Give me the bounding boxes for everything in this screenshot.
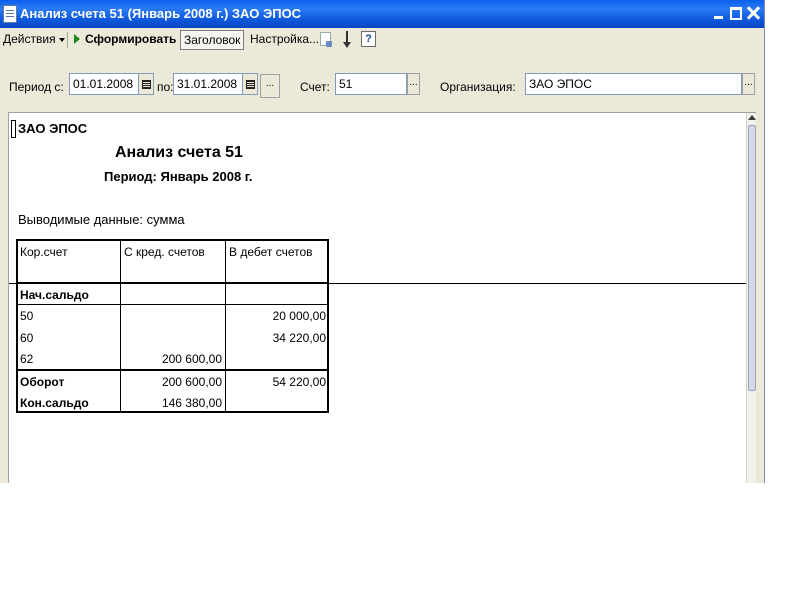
calendar-icon[interactable] — [243, 73, 258, 95]
generate-button[interactable]: Сформировать — [74, 32, 176, 46]
period-to-input[interactable]: 31.01.2008 — [173, 73, 243, 95]
toolbar: Действия Сформировать Заголовок Настройк… — [0, 28, 764, 52]
table-cell-debit: 20 000,00 — [272, 309, 326, 323]
table-cell-debit: 54 220,00 — [272, 375, 326, 389]
report-window: Анализ счета 51 (Январь 2008 г.) ЗАО ЭПО… — [0, 0, 765, 483]
actions-menu[interactable]: Действия — [3, 32, 65, 46]
minimize-button[interactable] — [712, 6, 726, 20]
report-parameters: Период с: 01.01.2008 по: 31.01.2008 ... … — [0, 52, 764, 112]
document-icon — [3, 5, 17, 23]
report-organization: ЗАО ЭПОС — [18, 121, 88, 136]
table-divider — [18, 282, 327, 283]
report-table: Кор.счет С кред. счетов В дебет счетов Н… — [16, 239, 329, 413]
organization-label: Организация: — [440, 80, 516, 94]
period-from-input[interactable]: 01.01.2008 — [69, 73, 139, 95]
arrow-down-icon[interactable] — [342, 31, 352, 48]
table-cell-account: 62 — [20, 352, 34, 366]
table-cell-account: 60 — [20, 331, 34, 345]
table-divider — [225, 241, 226, 411]
table-cell-credit: 200 600,00 — [161, 352, 222, 366]
table-divider — [18, 304, 327, 305]
help-icon[interactable]: ? — [361, 31, 376, 47]
account-select-button[interactable]: ... — [407, 73, 420, 95]
report-period: Период: Январь 2008 г. — [104, 169, 253, 184]
report-settings-icon[interactable] — [320, 32, 332, 47]
calendar-icon[interactable] — [139, 73, 154, 95]
organization-input[interactable]: ЗАО ЭПОС — [525, 73, 742, 95]
table-cell-credit: 200 600,00 — [161, 375, 222, 389]
header-toggle-button[interactable]: Заголовок — [180, 30, 245, 50]
report-title: Анализ счета 51 — [115, 144, 243, 161]
close-button[interactable] — [746, 6, 760, 20]
report-output-data: Выводимые данные: сумма — [18, 212, 185, 227]
table-row-turnover: Оборот — [20, 375, 65, 389]
scroll-up-icon[interactable] — [748, 115, 756, 120]
vertical-scrollbar[interactable] — [746, 113, 756, 483]
column-header-account: Кор.счет — [20, 245, 68, 259]
title-bar[interactable]: Анализ счета 51 (Январь 2008 г.) ЗАО ЭПО… — [0, 0, 764, 28]
toolbar-divider — [67, 32, 68, 48]
cell-cursor — [11, 120, 16, 138]
column-header-debit: В дебет счетов — [229, 245, 313, 259]
table-cell-debit: 34 220,00 — [272, 331, 326, 345]
maximize-button[interactable] — [729, 6, 743, 20]
play-icon — [74, 34, 80, 44]
window-title: Анализ счета 51 (Январь 2008 г.) ЗАО ЭПО… — [20, 6, 302, 21]
report-spreadsheet[interactable]: ЗАО ЭПОС Анализ счета 51 Период: Январь … — [8, 112, 756, 483]
account-input[interactable]: 51 — [335, 73, 407, 95]
table-row-opening-balance: Нач.сальдо — [20, 288, 89, 302]
chevron-down-icon — [58, 37, 65, 42]
column-header-credit: С кред. счетов — [124, 245, 205, 259]
scrollbar-thumb[interactable] — [748, 125, 756, 391]
actions-menu-label: Действия — [3, 32, 56, 46]
period-select-button[interactable]: ... — [260, 74, 280, 98]
period-from-label: Период с: — [9, 80, 64, 94]
table-divider — [18, 369, 327, 371]
organization-select-button[interactable]: ... — [742, 73, 755, 95]
table-row-closing-balance: Кон.сальдо — [20, 396, 89, 410]
settings-button[interactable]: Настройка... — [250, 32, 319, 46]
table-cell-credit: 146 380,00 — [161, 396, 222, 410]
period-to-label: по: — [157, 80, 174, 94]
table-divider — [120, 241, 121, 411]
account-label: Счет: — [300, 80, 330, 94]
generate-button-label: Сформировать — [85, 32, 177, 46]
table-cell-account: 50 — [20, 309, 34, 323]
